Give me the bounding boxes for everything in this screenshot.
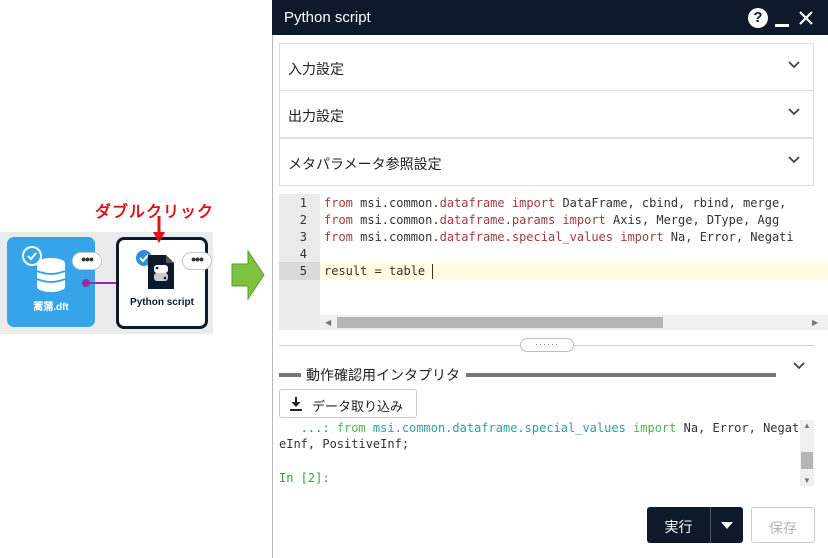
load-data-button[interactable]: データ取り込み bbox=[279, 389, 417, 418]
python-file-icon bbox=[148, 255, 174, 289]
console-prompt: In [2]: bbox=[279, 471, 330, 485]
chevron-down-icon bbox=[788, 61, 800, 69]
scroll-left-icon[interactable]: ◀ bbox=[325, 318, 331, 327]
line-number: 5 bbox=[299, 264, 307, 278]
interpreter-console[interactable]: ...: from msi.common.dataframe.special_v… bbox=[279, 420, 814, 488]
accordion-label: 入力設定 bbox=[288, 61, 344, 77]
horizontal-scroll-thumb[interactable] bbox=[337, 317, 663, 328]
console-line: eInf, PositiveInf; bbox=[279, 437, 410, 451]
minimize-icon[interactable] bbox=[775, 24, 789, 27]
button-separator bbox=[710, 507, 711, 543]
line-number: 3 bbox=[299, 230, 307, 244]
console-line: ...: from msi.common.dataframe.special_v… bbox=[279, 421, 814, 435]
code-line[interactable]: from msi.common.dataframe.special_values… bbox=[324, 229, 814, 246]
download-icon bbox=[290, 397, 302, 411]
caret-down-icon bbox=[721, 522, 733, 529]
code-line[interactable]: from msi.common.dataframe import DataFra… bbox=[324, 195, 814, 212]
scroll-up-icon[interactable]: ▲ bbox=[803, 421, 811, 430]
accordion-input-settings[interactable]: 入力設定 bbox=[279, 43, 814, 91]
save-button[interactable]: 保存 bbox=[751, 507, 815, 543]
accordion-metaparameter-settings[interactable]: メタパラメータ参照設定 bbox=[279, 138, 814, 186]
line-number: 2 bbox=[299, 213, 307, 227]
scroll-right-icon[interactable]: ▶ bbox=[812, 318, 818, 327]
console-scroll-thumb[interactable] bbox=[801, 452, 813, 469]
dialog-title: Python script bbox=[284, 9, 371, 26]
node-menu-button[interactable]: ••• bbox=[182, 252, 212, 270]
run-options-dropdown[interactable] bbox=[711, 507, 743, 543]
accordion-label: メタパラメータ参照設定 bbox=[288, 156, 442, 172]
chevron-down-icon bbox=[788, 108, 800, 116]
data-node-label: 蒿蒲.dft bbox=[33, 302, 69, 313]
green-right-arrow-icon bbox=[231, 249, 265, 301]
node-menu-button[interactable]: ••• bbox=[72, 252, 102, 270]
help-icon[interactable]: ? bbox=[748, 8, 768, 28]
code-line[interactable]: from msi.common.dataframe.params import … bbox=[324, 212, 814, 229]
section-divider bbox=[466, 373, 776, 377]
load-data-label: データ取り込み bbox=[312, 399, 404, 414]
save-button-label: 保存 bbox=[769, 520, 797, 536]
run-button-label: 実行 bbox=[664, 519, 693, 535]
accordion-label: 出力設定 bbox=[288, 108, 344, 124]
splitter-handle[interactable]: ······ bbox=[520, 338, 574, 352]
database-icon bbox=[36, 258, 66, 292]
chevron-down-icon[interactable] bbox=[792, 359, 806, 373]
code-line[interactable] bbox=[324, 246, 814, 263]
chevron-down-icon bbox=[788, 156, 800, 164]
accordion-output-settings[interactable]: 出力設定 bbox=[279, 90, 814, 138]
interpreter-title: 動作確認用インタプリタ bbox=[306, 367, 460, 383]
close-icon[interactable] bbox=[798, 10, 814, 26]
code-line[interactable]: result = table bbox=[324, 263, 814, 280]
text-cursor bbox=[432, 264, 433, 279]
section-divider bbox=[279, 373, 301, 377]
python-script-node-label: Python script bbox=[130, 297, 194, 308]
red-down-arrow-icon bbox=[153, 216, 165, 243]
line-number: 1 bbox=[299, 196, 307, 210]
line-number: 4 bbox=[299, 247, 307, 261]
scroll-down-icon[interactable]: ▼ bbox=[803, 476, 811, 485]
run-button[interactable]: 実行 bbox=[647, 507, 710, 543]
